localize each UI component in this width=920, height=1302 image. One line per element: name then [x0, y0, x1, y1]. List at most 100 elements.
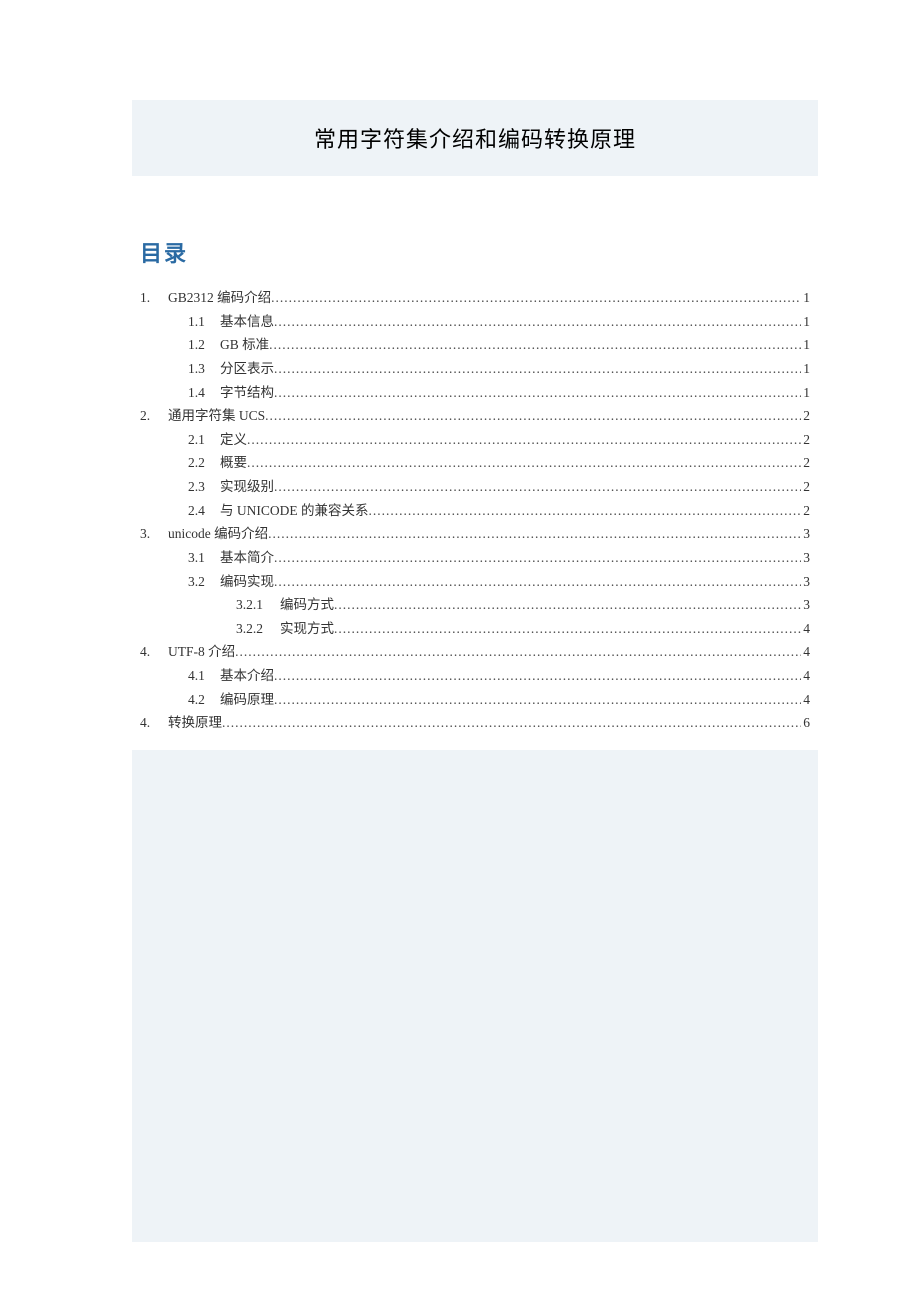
toc-entry-number: 2.	[140, 404, 168, 428]
toc-leader-dots	[274, 357, 801, 381]
toc-leader-dots	[274, 546, 801, 570]
toc-entry-page: 2	[801, 404, 810, 428]
toc-entry[interactable]: 2.4与 UNICODE 的兼容关系 2	[140, 499, 810, 523]
toc-entry-title: 通用字符集 UCS	[168, 404, 265, 428]
toc-entry-number: 1.1	[188, 310, 220, 334]
toc-entry-title: 与 UNICODE 的兼容关系	[220, 499, 369, 523]
toc-entry-number: 3.	[140, 522, 168, 546]
toc-entry-number: 1.2	[188, 333, 220, 357]
toc-entry[interactable]: 3.1基本简介 3	[140, 546, 810, 570]
toc-entry-page: 2	[801, 475, 810, 499]
toc-entry-title: 概要	[220, 451, 247, 475]
toc-leader-dots	[274, 664, 801, 688]
toc-leader-dots	[274, 688, 801, 712]
toc-leader-dots	[247, 451, 801, 475]
toc-entry-number: 2.3	[188, 475, 220, 499]
toc-entry-title: 编码方式	[280, 593, 334, 617]
toc-leader-dots	[222, 711, 801, 735]
toc-entry[interactable]: 4.UTF-8 介绍 4	[140, 640, 810, 664]
toc-entry-page: 6	[801, 711, 810, 735]
toc-entry[interactable]: 4.2编码原理 4	[140, 688, 810, 712]
toc-entry-number: 1.4	[188, 381, 220, 405]
toc-entry-title: 基本信息	[220, 310, 274, 334]
toc-entry-title: 编码实现	[220, 570, 274, 594]
toc-entry-number: 4.2	[188, 688, 220, 712]
toc-entry-page: 4	[801, 640, 810, 664]
toc-leader-dots	[274, 381, 801, 405]
toc-entry-page: 3	[801, 546, 810, 570]
toc-entry[interactable]: 1.4字节结构 1	[140, 381, 810, 405]
toc-entry-title: 分区表示	[220, 357, 274, 381]
toc-entry[interactable]: 3.unicode 编码介绍 3	[140, 522, 810, 546]
table-of-contents: 1.GB2312 编码介绍11.1基本信息11.2GB 标准11.3分区表示11…	[140, 286, 810, 735]
toc-entry-title: 编码原理	[220, 688, 274, 712]
title-band: 常用字符集介绍和编码转换原理	[132, 100, 818, 176]
toc-entry[interactable]: 1.2GB 标准 1	[140, 333, 810, 357]
toc-entry-page: 4	[801, 688, 810, 712]
toc-entry-page: 4	[801, 664, 810, 688]
toc-entry-number: 1.	[140, 286, 168, 310]
toc-entry-number: 3.2	[188, 570, 220, 594]
toc-leader-dots	[274, 475, 801, 499]
toc-leader-dots	[268, 522, 801, 546]
toc-entry-number: 3.2.1	[236, 593, 280, 617]
toc-entry-page: 2	[801, 428, 810, 452]
toc-entry-page: 3	[801, 593, 810, 617]
toc-entry-title: UTF-8 介绍	[168, 640, 235, 664]
toc-leader-dots	[247, 428, 801, 452]
toc-entry-number: 1.3	[188, 357, 220, 381]
document-page: 常用字符集介绍和编码转换原理 目录 1.GB2312 编码介绍11.1基本信息1…	[0, 0, 920, 735]
toc-entry-page: 1	[801, 310, 810, 334]
toc-leader-dots	[235, 640, 801, 664]
bottom-band	[132, 750, 818, 1242]
toc-entry-title: 基本介绍	[220, 664, 274, 688]
toc-leader-dots	[369, 499, 802, 523]
toc-leader-dots	[274, 310, 801, 334]
toc-entry-number: 3.2.2	[236, 617, 280, 641]
toc-entry-number: 2.4	[188, 499, 220, 523]
toc-heading: 目录	[140, 236, 810, 268]
toc-entry[interactable]: 2.2概要 2	[140, 451, 810, 475]
toc-entry-title: 定义	[220, 428, 247, 452]
toc-entry-page: 1	[801, 357, 810, 381]
toc-entry-title: 实现方式	[280, 617, 334, 641]
toc-entry-number: 4.1	[188, 664, 220, 688]
toc-entry-page: 2	[801, 499, 810, 523]
toc-entry[interactable]: 3.2.2实现方式4	[140, 617, 810, 641]
toc-leader-dots	[334, 593, 801, 617]
toc-entry-title: 基本简介	[220, 546, 274, 570]
toc-leader-dots	[271, 286, 801, 310]
toc-entry-page: 3	[801, 522, 810, 546]
toc-entry-page: 2	[801, 451, 810, 475]
toc-entry[interactable]: 4.1基本介绍 4	[140, 664, 810, 688]
toc-entry-number: 4.	[140, 711, 168, 735]
toc-entry-title: 实现级别	[220, 475, 274, 499]
toc-entry[interactable]: 2.3实现级别 2	[140, 475, 810, 499]
toc-entry[interactable]: 1.3分区表示 1	[140, 357, 810, 381]
toc-entry-title: GB 标准	[220, 333, 269, 357]
toc-leader-dots	[334, 617, 801, 641]
toc-entry[interactable]: 1.1基本信息 1	[140, 310, 810, 334]
toc-entry[interactable]: 1.GB2312 编码介绍 1	[140, 286, 810, 310]
toc-entry[interactable]: 3.2编码实现 3	[140, 570, 810, 594]
toc-entry-page: 1	[801, 333, 810, 357]
toc-leader-dots	[269, 333, 801, 357]
toc-entry-page: 1	[801, 381, 810, 405]
document-title: 常用字符集介绍和编码转换原理	[132, 122, 818, 154]
toc-entry[interactable]: 2.通用字符集 UCS 2	[140, 404, 810, 428]
toc-entry-number: 2.2	[188, 451, 220, 475]
toc-entry-title: GB2312 编码介绍	[168, 286, 271, 310]
toc-entry[interactable]: 2.1定义 2	[140, 428, 810, 452]
toc-leader-dots	[274, 570, 801, 594]
toc-entry-number: 4.	[140, 640, 168, 664]
toc-entry-number: 3.1	[188, 546, 220, 570]
toc-entry[interactable]: 3.2.1编码方式 3	[140, 593, 810, 617]
toc-entry-number: 2.1	[188, 428, 220, 452]
toc-entry-title: 转换原理	[168, 711, 222, 735]
toc-entry-title: 字节结构	[220, 381, 274, 405]
toc-entry-page: 3	[801, 570, 810, 594]
toc-entry-page: 1	[801, 286, 810, 310]
toc-leader-dots	[265, 404, 801, 428]
toc-entry-title: unicode 编码介绍	[168, 522, 268, 546]
toc-entry[interactable]: 4.转换原理 6	[140, 711, 810, 735]
